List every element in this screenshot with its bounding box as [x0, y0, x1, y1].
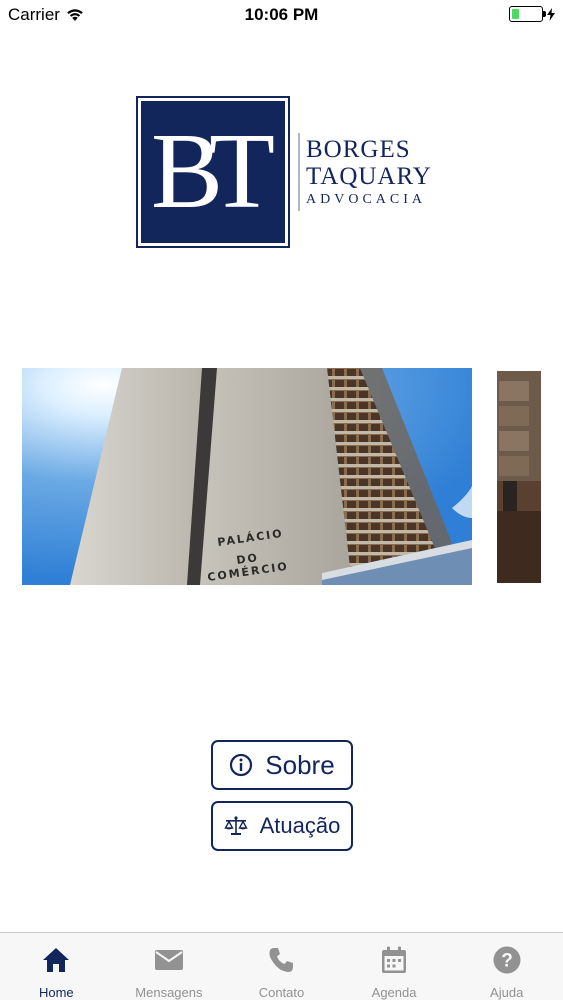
tab-agenda-label: Agenda [371, 985, 417, 1000]
battery-icon [509, 6, 546, 22]
scales-icon [223, 815, 248, 837]
tab-home-label: Home [38, 985, 74, 1000]
tab-contato-label: Contato [258, 985, 305, 1000]
logo-monogram-box: BT [136, 96, 290, 248]
tab-ajuda[interactable]: ? Ajuda [450, 933, 563, 1000]
charging-bolt-icon [547, 7, 555, 21]
tab-contato[interactable]: Contato [225, 933, 338, 1000]
office-photo [497, 371, 541, 583]
tab-mensagens[interactable]: Mensagens [113, 933, 226, 1000]
tab-mensagens-label: Mensagens [135, 985, 203, 1000]
tab-agenda[interactable]: Agenda [338, 933, 451, 1000]
atuacao-button-label: Atuação [259, 813, 341, 838]
battery-fill [512, 9, 519, 19]
tab-home[interactable]: Home [0, 933, 113, 1000]
image-carousel[interactable]: PALÁCIO DO COMÉRCIO [0, 368, 563, 586]
logo-divider [298, 133, 300, 211]
sobre-button[interactable]: Sobre [211, 740, 353, 790]
logo-wordmark: BORGES TAQUARY ADVOCACIA [306, 136, 432, 208]
battery-indicator [509, 6, 555, 22]
help-circle-icon: ? [493, 945, 521, 975]
logo-name-line2: TAQUARY [306, 163, 432, 190]
building-photo: PALÁCIO DO COMÉRCIO [22, 368, 472, 585]
tab-ajuda-label: Ajuda [490, 985, 524, 1000]
logo-name-line1: BORGES [306, 136, 411, 163]
carousel-slide-building[interactable]: PALÁCIO DO COMÉRCIO [22, 368, 472, 585]
tab-bar: Home Mensagens Contato Agenda ? Ajuda [0, 932, 563, 1000]
atuacao-button[interactable]: Atuação [211, 801, 353, 851]
carousel-slide-next[interactable] [497, 371, 541, 583]
envelope-icon [154, 945, 184, 975]
info-circle-icon [229, 753, 253, 777]
status-time: 10:06 PM [244, 5, 319, 24]
sobre-button-label: Sobre [265, 749, 335, 780]
brand-logo: BT BORGES TAQUARY ADVOCACIA [136, 96, 432, 248]
status-bar: Carrier 10:06 PM [0, 0, 563, 30]
logo-tagline: ADVOCACIA [306, 192, 426, 207]
calendar-icon [381, 945, 407, 975]
phone-icon [268, 945, 294, 975]
home-icon [42, 945, 70, 975]
logo-monogram: BT [150, 112, 275, 231]
svg-text:?: ? [501, 951, 513, 972]
